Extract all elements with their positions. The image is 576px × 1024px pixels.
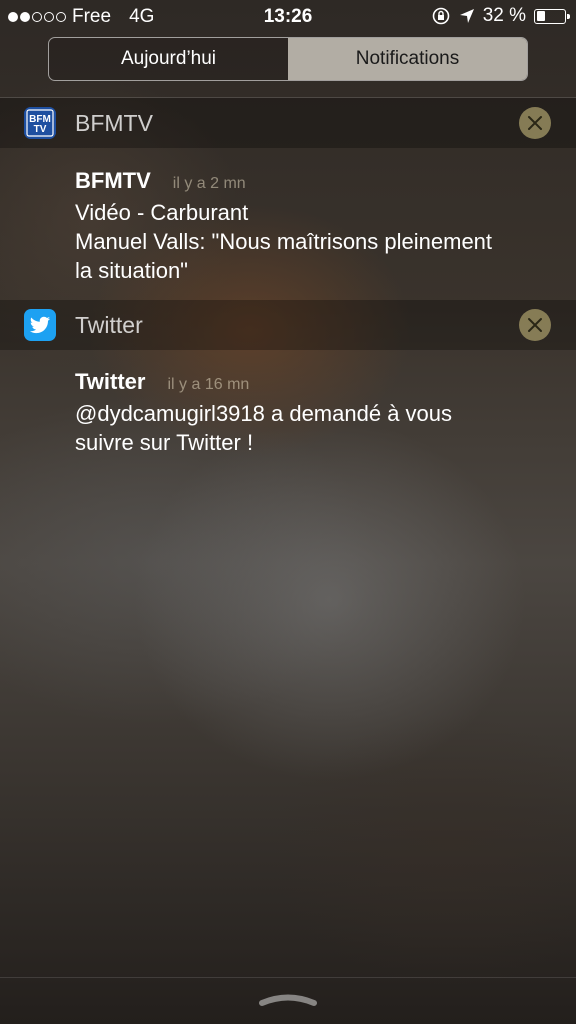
battery-percent: 32 % (482, 5, 526, 26)
notification-line: la situation" (75, 258, 188, 283)
close-icon (528, 116, 542, 130)
notification-bfmtv[interactable]: BFMTV il y a 2 mn Vidéo - Carburant Manu… (75, 168, 555, 285)
notification-title: Twitter (75, 369, 146, 394)
status-left: Free 4G (8, 6, 154, 28)
twitter-bird-icon (24, 309, 56, 341)
group-header-bfmtv: BFM TV BFMTV (0, 98, 576, 148)
signal-strength-icon (8, 12, 66, 22)
notification-time: il y a 16 mn (167, 376, 250, 393)
notification-line: suivre sur Twitter ! (75, 430, 254, 455)
clear-bfmtv-button[interactable] (519, 107, 551, 139)
notification-line: @dydcamugirl3918 a demandé à vous (75, 401, 453, 426)
network-type: 4G (129, 6, 155, 27)
divider (0, 977, 576, 978)
notification-line: Vidéo - Carburant (75, 200, 249, 225)
status-right: 32 % (431, 5, 570, 27)
location-arrow-icon (459, 9, 474, 23)
view-segmented-control: Aujourd’hui Notifications (48, 37, 528, 81)
notification-time: il y a 2 mn (172, 175, 246, 192)
close-icon (528, 318, 542, 332)
tab-notifications[interactable]: Notifications (288, 38, 527, 80)
clear-twitter-button[interactable] (519, 309, 551, 341)
battery-icon (534, 8, 570, 24)
notification-body: Vidéo - Carburant Manuel Valls: "Nous ma… (75, 198, 555, 285)
orientation-lock-icon (432, 7, 449, 25)
notification-title: BFMTV (75, 168, 151, 193)
notification-line: Manuel Valls: "Nous maîtrisons pleinemen… (75, 229, 493, 254)
grabber-handle-icon[interactable] (258, 992, 318, 1008)
tab-today[interactable]: Aujourd’hui (49, 38, 288, 80)
svg-text:TV: TV (34, 124, 47, 135)
group-app-name: BFMTV (75, 109, 153, 136)
bfmtv-app-icon: BFM TV (24, 107, 56, 139)
group-header-twitter: Twitter (0, 300, 576, 350)
group-app-name: Twitter (75, 311, 143, 338)
carrier-name: Free (72, 6, 112, 27)
status-bar: Free 4G 13:26 32 % (0, 0, 576, 34)
notification-body: @dydcamugirl3918 a demandé à vous suivre… (75, 399, 555, 457)
notification-twitter[interactable]: Twitter il y a 16 mn @dydcamugirl3918 a … (75, 369, 555, 457)
